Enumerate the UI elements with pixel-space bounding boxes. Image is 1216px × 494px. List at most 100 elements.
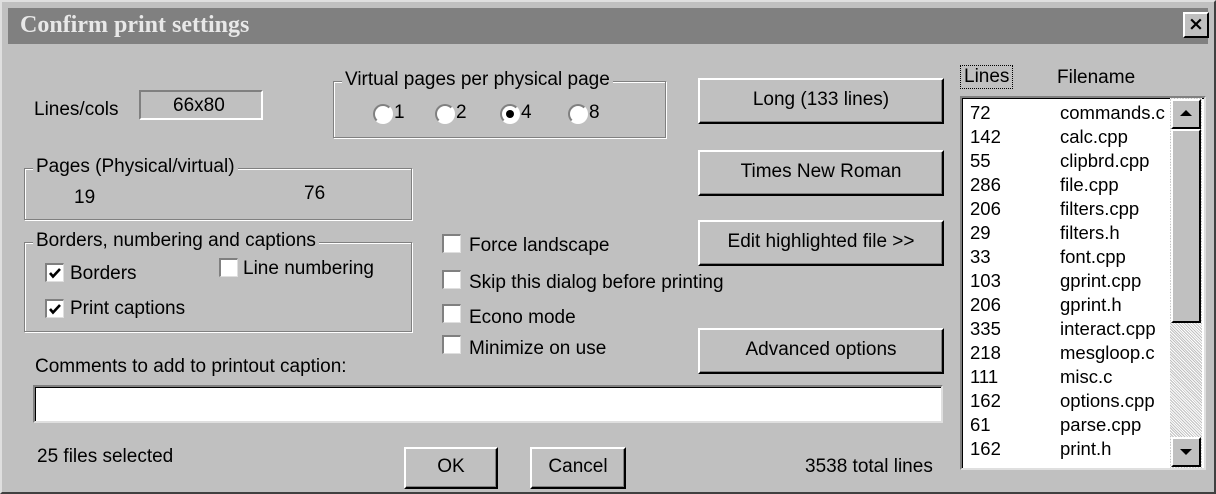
list-item[interactable]: 286 file.cpp <box>970 174 1170 196</box>
radio-8-pages[interactable] <box>568 104 588 124</box>
long-lines-button-label: Long (133 lines) <box>752 89 890 110</box>
radio-1-page[interactable] <box>373 104 393 124</box>
minimize-on-use-label: Minimize on use <box>469 338 607 359</box>
file-line-count: 111 <box>970 366 999 387</box>
ok-button-label: OK <box>437 456 465 477</box>
edit-highlighted-file-button[interactable]: Edit highlighted file >> <box>698 220 944 266</box>
borders-checkbox[interactable] <box>45 263 64 282</box>
advanced-options-button-label: Advanced options <box>745 339 897 360</box>
file-name: file.cpp <box>1060 174 1119 195</box>
lines-cols-value-box: 66x80 <box>139 90 263 120</box>
list-item[interactable]: 61 parse.cpp <box>970 414 1170 436</box>
file-name: gprint.h <box>1060 294 1122 315</box>
ok-button[interactable]: OK <box>404 447 498 489</box>
list-item[interactable]: 162 options.cpp <box>970 390 1170 412</box>
list-item[interactable]: 218 mesgloop.c <box>970 342 1170 364</box>
file-name: gprint.cpp <box>1060 270 1142 291</box>
file-line-count: 72 <box>970 102 991 123</box>
file-name: mesgloop.c <box>1060 342 1155 363</box>
virtual-pages-group: Virtual pages per physical page 1 2 4 8 <box>333 69 666 138</box>
window-title: Confirm print settings <box>20 12 250 38</box>
print-captions-checkbox[interactable] <box>45 299 64 318</box>
title-bar[interactable]: Confirm print settings × <box>8 8 1209 44</box>
file-line-count: 33 <box>970 246 991 267</box>
file-line-count: 61 <box>970 414 991 435</box>
cancel-button-label: Cancel <box>548 456 608 477</box>
file-name: misc.c <box>1060 366 1113 387</box>
file-line-count: 142 <box>970 126 1001 147</box>
borders-group: Borders, numbering and captions Borders … <box>24 230 412 332</box>
list-item[interactable]: 29 filters.h <box>970 222 1170 244</box>
cancel-button[interactable]: Cancel <box>530 447 626 489</box>
font-button-label: Times New Roman <box>740 161 902 182</box>
skip-dialog-checkbox[interactable] <box>442 270 461 289</box>
line-numbering-checkbox[interactable] <box>219 258 238 277</box>
file-name: calc.cpp <box>1060 126 1128 147</box>
lines-header-label: Lines <box>964 66 1010 87</box>
force-landscape-checkbox[interactable] <box>442 234 461 253</box>
comments-label: Comments to add to printout caption: <box>35 356 347 377</box>
comments-input[interactable] <box>33 385 943 423</box>
vertical-scrollbar[interactable] <box>1170 98 1202 468</box>
econo-mode-label: Econo mode <box>469 307 576 328</box>
borders-group-title: Borders, numbering and captions <box>33 230 319 252</box>
list-item[interactable]: 55 clipbrd.cpp <box>970 150 1170 172</box>
list-item[interactable]: 111 misc.c <box>970 366 1170 388</box>
radio-1-label: 1 <box>394 102 405 123</box>
checkmark-icon <box>49 304 61 315</box>
radio-4-label: 4 <box>521 102 532 123</box>
file-line-count: 162 <box>970 390 1001 411</box>
scroll-up-button[interactable] <box>1171 99 1201 129</box>
file-line-count: 206 <box>970 294 1001 315</box>
lines-cols-label: Lines/cols <box>34 99 119 120</box>
line-numbering-label: Line numbering <box>243 258 374 279</box>
file-name: options.cpp <box>1060 390 1155 411</box>
radio-selected-dot <box>506 110 514 118</box>
list-item[interactable]: 72 commands.c <box>970 102 1170 124</box>
list-item[interactable]: 162 print.h <box>970 438 1170 460</box>
edit-button-label: Edit highlighted file >> <box>727 231 915 252</box>
list-item[interactable]: 206 gprint.h <box>970 294 1170 316</box>
close-button[interactable]: × <box>1183 12 1209 38</box>
virtual-pages-value: 76 <box>304 183 326 204</box>
list-item[interactable]: 142 calc.cpp <box>970 126 1170 148</box>
scroll-thumb[interactable] <box>1171 129 1201 323</box>
minimize-on-use-checkbox[interactable] <box>442 335 461 354</box>
radio-2-pages[interactable] <box>435 104 455 124</box>
list-item[interactable]: 103 gprint.cpp <box>970 270 1170 292</box>
file-name: font.cpp <box>1060 246 1126 267</box>
list-item[interactable]: 206 filters.cpp <box>970 198 1170 220</box>
file-line-count: 218 <box>970 342 1001 363</box>
file-line-count: 103 <box>970 270 1001 291</box>
radio-4-pages[interactable] <box>500 104 520 124</box>
pages-group: Pages (Physical/virtual) 19 76 <box>24 156 412 220</box>
file-name: print.h <box>1060 438 1112 459</box>
files-selected-text: 25 files selected <box>37 446 174 467</box>
file-line-count: 206 <box>970 198 1001 219</box>
lines-cols-value: 66x80 <box>173 95 225 116</box>
file-line-count: 162 <box>970 438 1001 459</box>
file-name: commands.c <box>1060 102 1165 123</box>
total-lines-text: 3538 total lines <box>805 456 933 477</box>
list-item[interactable]: 33 font.cpp <box>970 246 1170 268</box>
print-captions-label: Print captions <box>70 298 186 319</box>
scroll-down-button[interactable] <box>1171 437 1201 467</box>
advanced-options-button[interactable]: Advanced options <box>698 328 944 374</box>
filename-column-header[interactable]: Filename <box>1057 67 1135 89</box>
list-item[interactable]: 335 interact.cpp <box>970 318 1170 340</box>
radio-2-label: 2 <box>456 102 467 123</box>
radio-8-label: 8 <box>589 102 600 123</box>
file-list[interactable]: 72 commands.c 142 calc.cpp 55 clipbrd.cpp 286 f… <box>960 96 1206 470</box>
file-name: clipbrd.cpp <box>1060 150 1150 171</box>
lines-column-header[interactable]: Lines <box>960 65 1014 89</box>
triangle-down-icon <box>1180 449 1192 455</box>
borders-label: Borders <box>70 263 137 284</box>
econo-mode-checkbox[interactable] <box>442 304 461 323</box>
long-lines-button[interactable]: Long (133 lines) <box>698 78 944 124</box>
physical-pages-value: 19 <box>74 187 96 208</box>
skip-dialog-label: Skip this dialog before printing <box>469 272 724 293</box>
file-name: filters.cpp <box>1060 198 1140 219</box>
file-name: interact.cpp <box>1060 318 1156 339</box>
file-line-count: 335 <box>970 318 1001 339</box>
font-button[interactable]: Times New Roman <box>698 150 944 196</box>
